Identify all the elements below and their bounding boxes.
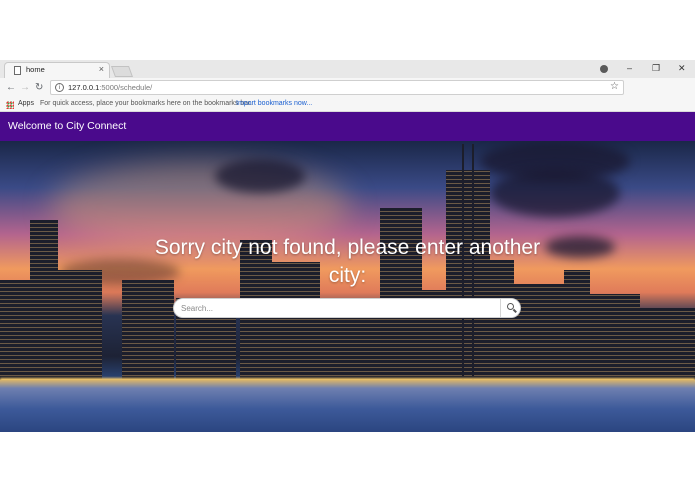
url-text: 127.0.0.1:5000/schedule/ [68, 83, 152, 92]
hero-banner: Sorry city not found, please enter anoth… [0, 141, 695, 432]
building [30, 220, 58, 380]
building [58, 270, 102, 380]
search-button[interactable] [500, 299, 520, 317]
app-navbar: Welcome to City Connect [0, 112, 695, 141]
apps-label[interactable]: Apps [18, 100, 34, 107]
close-window-button[interactable]: ✕ [678, 63, 686, 74]
browser-chrome: home × – ❐ ✕ ← → ↻ i 127.0.0.1:5000/sche… [0, 60, 695, 154]
building [514, 284, 564, 380]
building [640, 308, 695, 380]
page: home × – ❐ ✕ ← → ↻ i 127.0.0.1:5000/sche… [0, 0, 695, 494]
tab-close-icon[interactable]: × [99, 64, 104, 74]
building [564, 270, 590, 380]
city-search-bar [173, 298, 521, 318]
bookmarks-bar: Apps For quick access, place your bookma… [0, 98, 695, 112]
minimize-button[interactable]: – [627, 63, 632, 73]
cloud [215, 159, 305, 193]
cloud [490, 169, 620, 217]
bookmark-star-icon[interactable]: ☆ [610, 81, 619, 92]
city-search-input[interactable] [174, 299, 500, 317]
search-icon-handle [513, 308, 517, 313]
document-icon [14, 66, 21, 75]
lake-water [0, 380, 695, 432]
restore-button[interactable]: ❐ [652, 63, 660, 74]
info-icon[interactable]: i [55, 83, 64, 92]
tab-home[interactable]: home × [4, 62, 110, 79]
reload-button[interactable]: ↻ [35, 82, 43, 94]
browser-toolbar: ← → ↻ i 127.0.0.1:5000/schedule/ ☆ [0, 78, 695, 98]
url-path: :5000/schedule/ [99, 83, 153, 92]
not-found-message: Sorry city not found, please enter anoth… [154, 236, 541, 287]
building [590, 294, 640, 380]
building [122, 280, 174, 380]
address-bar[interactable]: i 127.0.0.1:5000/schedule/ ☆ [50, 80, 624, 95]
tab-strip: home × – ❐ ✕ [0, 60, 695, 79]
new-tab-button[interactable] [110, 66, 134, 77]
bookmarks-hint: For quick access, place your bookmarks h… [40, 100, 253, 107]
profile-icon[interactable] [600, 65, 608, 73]
tab-title: home [26, 65, 45, 74]
forward-button[interactable]: → [20, 82, 30, 94]
brand-title[interactable]: Welcome to City Connect [8, 120, 126, 132]
import-bookmarks-link[interactable]: Import bookmarks now... [236, 100, 312, 107]
back-button[interactable]: ← [6, 82, 16, 94]
apps-grid-icon[interactable] [6, 101, 14, 109]
cloud [545, 236, 615, 258]
url-host: 127.0.0.1 [68, 83, 100, 92]
